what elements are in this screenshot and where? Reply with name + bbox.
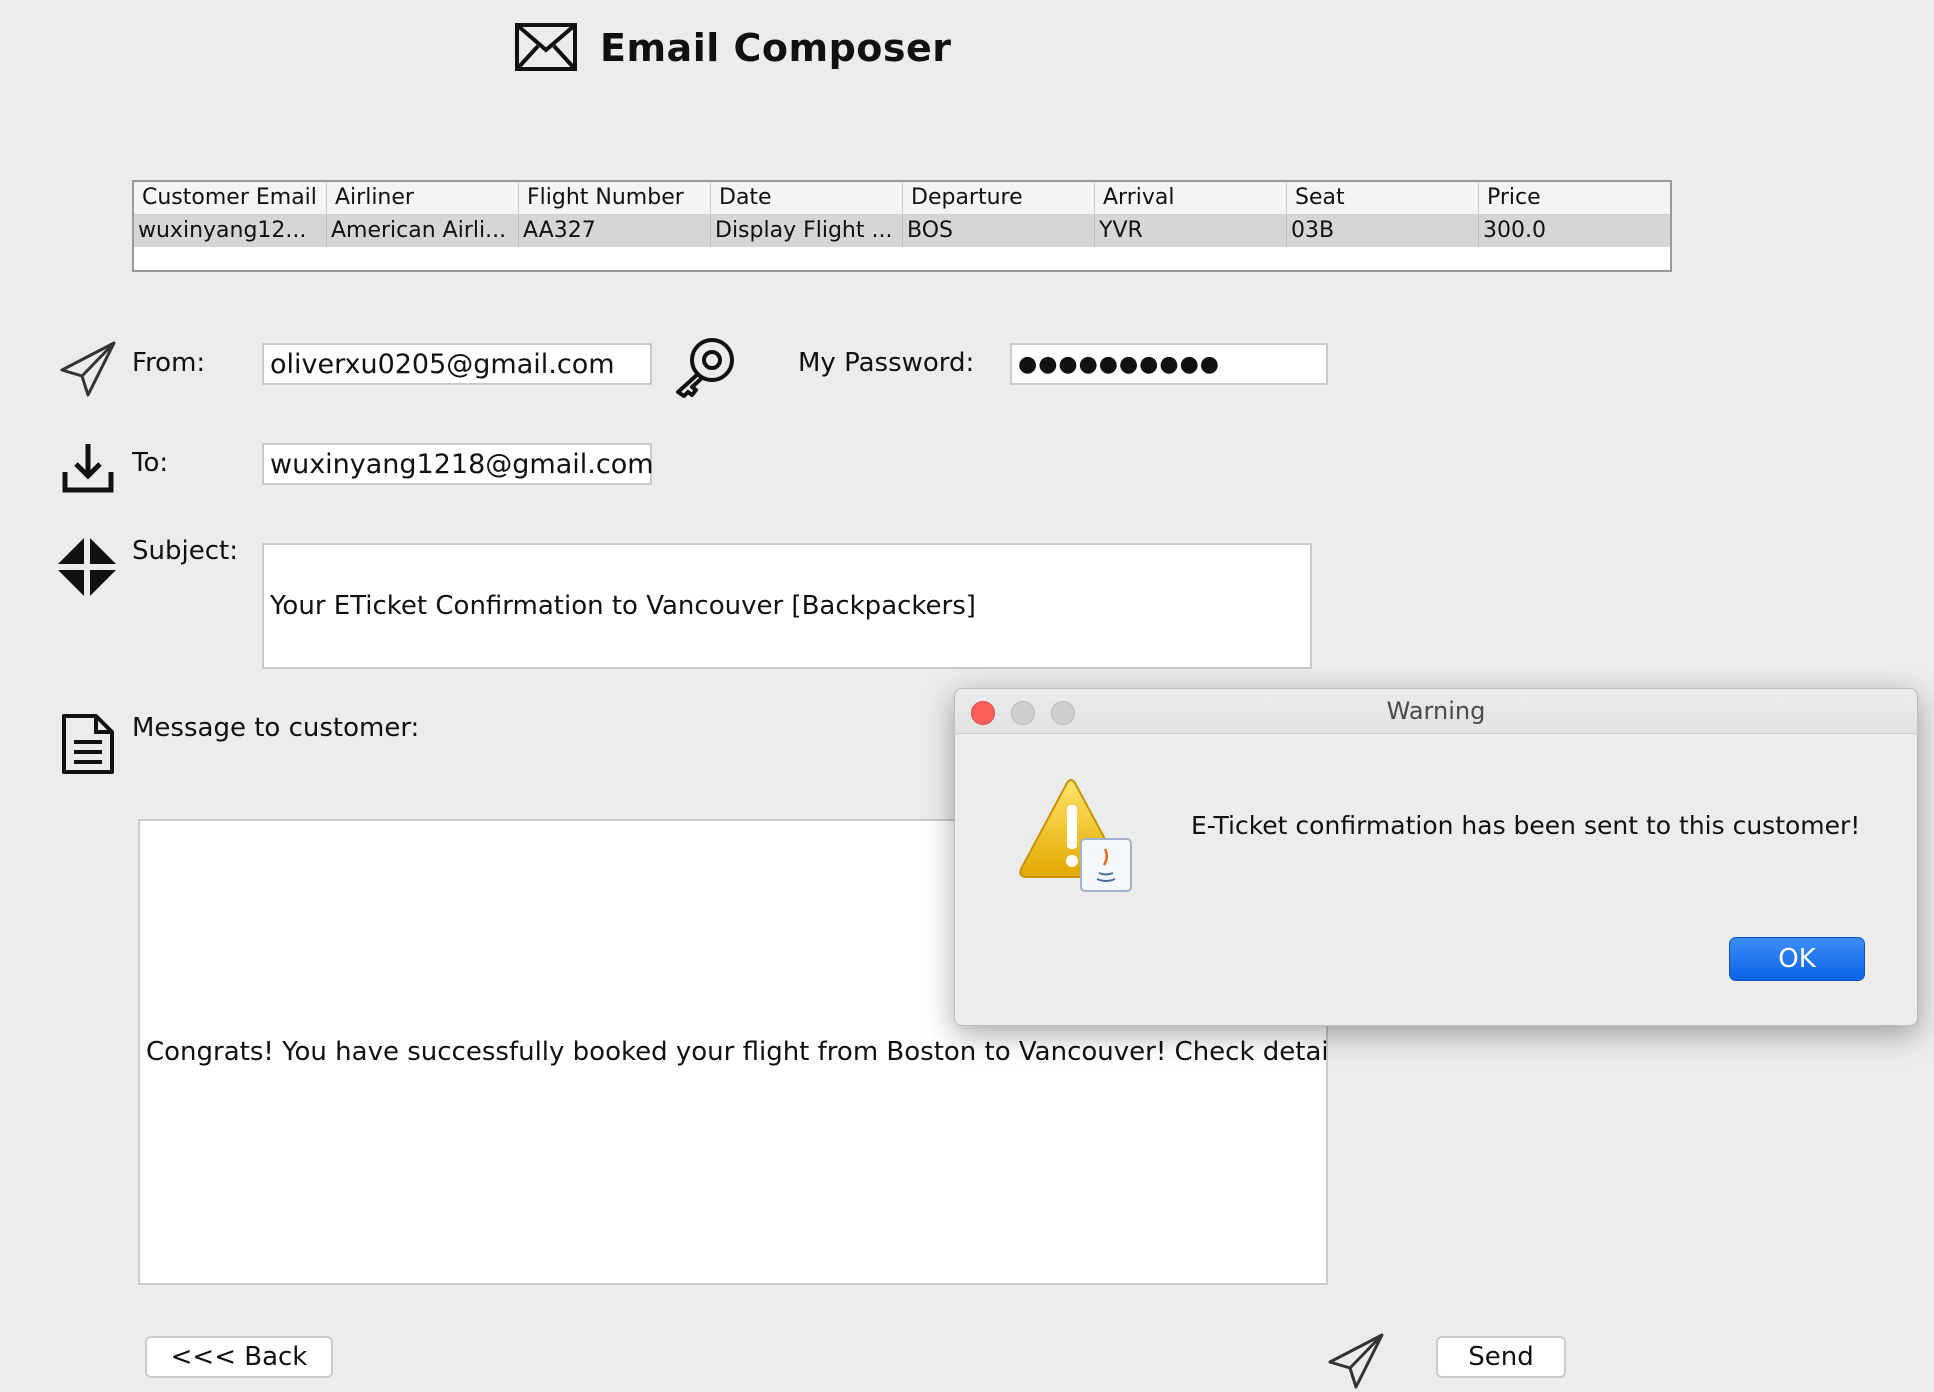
table-cell: wuxinyang12...: [138, 218, 307, 243]
message-label: Message to customer:: [132, 713, 420, 743]
column-header[interactable]: Departure: [902, 182, 1094, 214]
column-header[interactable]: Flight Number: [518, 182, 710, 214]
column-header[interactable]: Date: [710, 182, 902, 214]
table-cell: BOS: [902, 215, 1094, 247]
table-cell: YVR: [1094, 215, 1286, 247]
table-cell: AA327: [518, 215, 710, 247]
from-field[interactable]: oliverxu0205@gmail.com: [262, 343, 652, 385]
warning-dialog[interactable]: Warning E-Ticket confirmation has been s…: [954, 688, 1918, 1026]
warning-icon: [1011, 777, 1141, 895]
dialog-title: Warning: [1386, 697, 1486, 725]
table-cell: American Airli...: [326, 215, 518, 247]
back-button[interactable]: <<< Back: [145, 1336, 333, 1378]
column-header[interactable]: Price: [1478, 182, 1670, 214]
column-header[interactable]: Arrival: [1094, 182, 1286, 214]
column-header[interactable]: Customer Email: [134, 182, 326, 214]
from-label: From:: [132, 348, 206, 378]
table-cell: 300.0: [1478, 215, 1670, 247]
key-icon: [670, 334, 740, 400]
page-title: Email Composer: [600, 26, 952, 70]
dialog-titlebar[interactable]: Warning: [955, 689, 1917, 734]
table-cell: Display Flight ...: [710, 215, 902, 247]
table-cell: 03B: [1286, 215, 1478, 247]
ok-button[interactable]: OK: [1729, 937, 1865, 981]
document-icon: [60, 712, 116, 776]
dialog-message: E-Ticket confirmation has been sent to t…: [1191, 811, 1861, 840]
envelope-icon: [514, 22, 578, 74]
send-button[interactable]: Send: [1436, 1336, 1566, 1378]
header: Email Composer: [514, 22, 952, 74]
table-header: Customer Email Airliner Flight Number Da…: [134, 182, 1670, 215]
to-label: To:: [132, 448, 169, 478]
download-icon: [62, 442, 114, 494]
to-field[interactable]: wuxinyang1218@gmail.com: [262, 443, 654, 485]
collapse-arrows-icon: [56, 536, 118, 598]
subject-label: Subject:: [132, 536, 238, 566]
column-header[interactable]: Airliner: [326, 182, 518, 214]
password-label: My Password:: [798, 348, 975, 378]
table-row[interactable]: wuxinyang12... American Airli... AA327 D…: [134, 215, 1670, 247]
send-paper-plane-icon: [1326, 1332, 1386, 1390]
subject-field[interactable]: Your ETicket Confirmation to Vancouver […: [262, 543, 1312, 669]
column-header[interactable]: Seat: [1286, 182, 1478, 214]
password-field[interactable]: ●●●●●●●●●●: [1010, 343, 1328, 385]
flight-table[interactable]: Customer Email Airliner Flight Number Da…: [132, 180, 1672, 272]
paper-plane-icon: [58, 340, 118, 398]
